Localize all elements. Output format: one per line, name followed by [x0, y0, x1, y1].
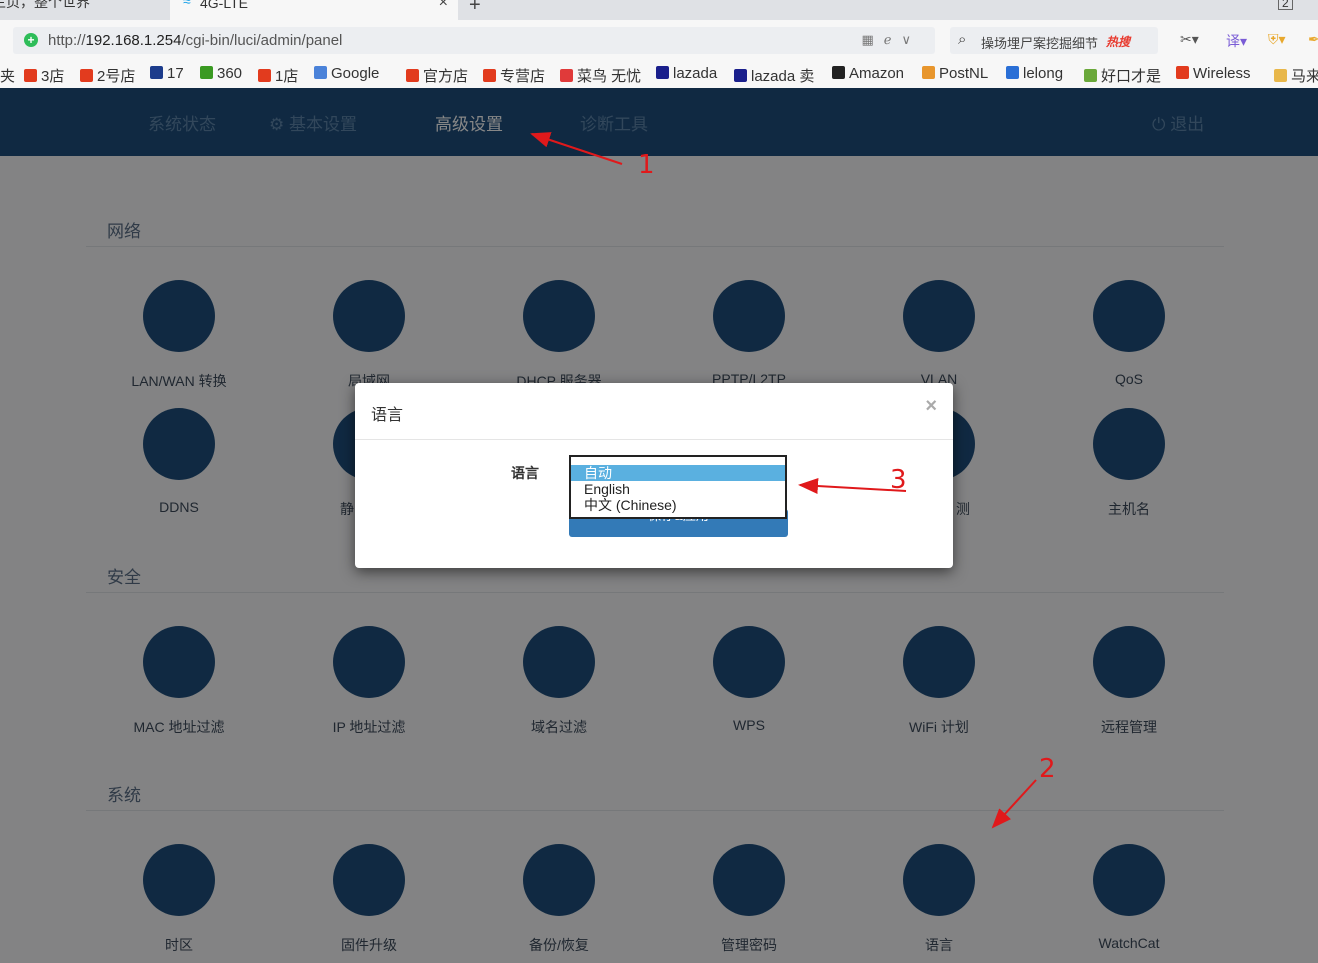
annotation-number-3: 3 — [890, 465, 907, 495]
annotation-number-1: 1 — [638, 150, 655, 180]
annotation-number-2: 2 — [1039, 754, 1056, 784]
annotation-arrow-2 — [991, 779, 1037, 829]
annotation-arrow-1 — [530, 132, 623, 165]
annotation-arrows — [530, 132, 1037, 829]
